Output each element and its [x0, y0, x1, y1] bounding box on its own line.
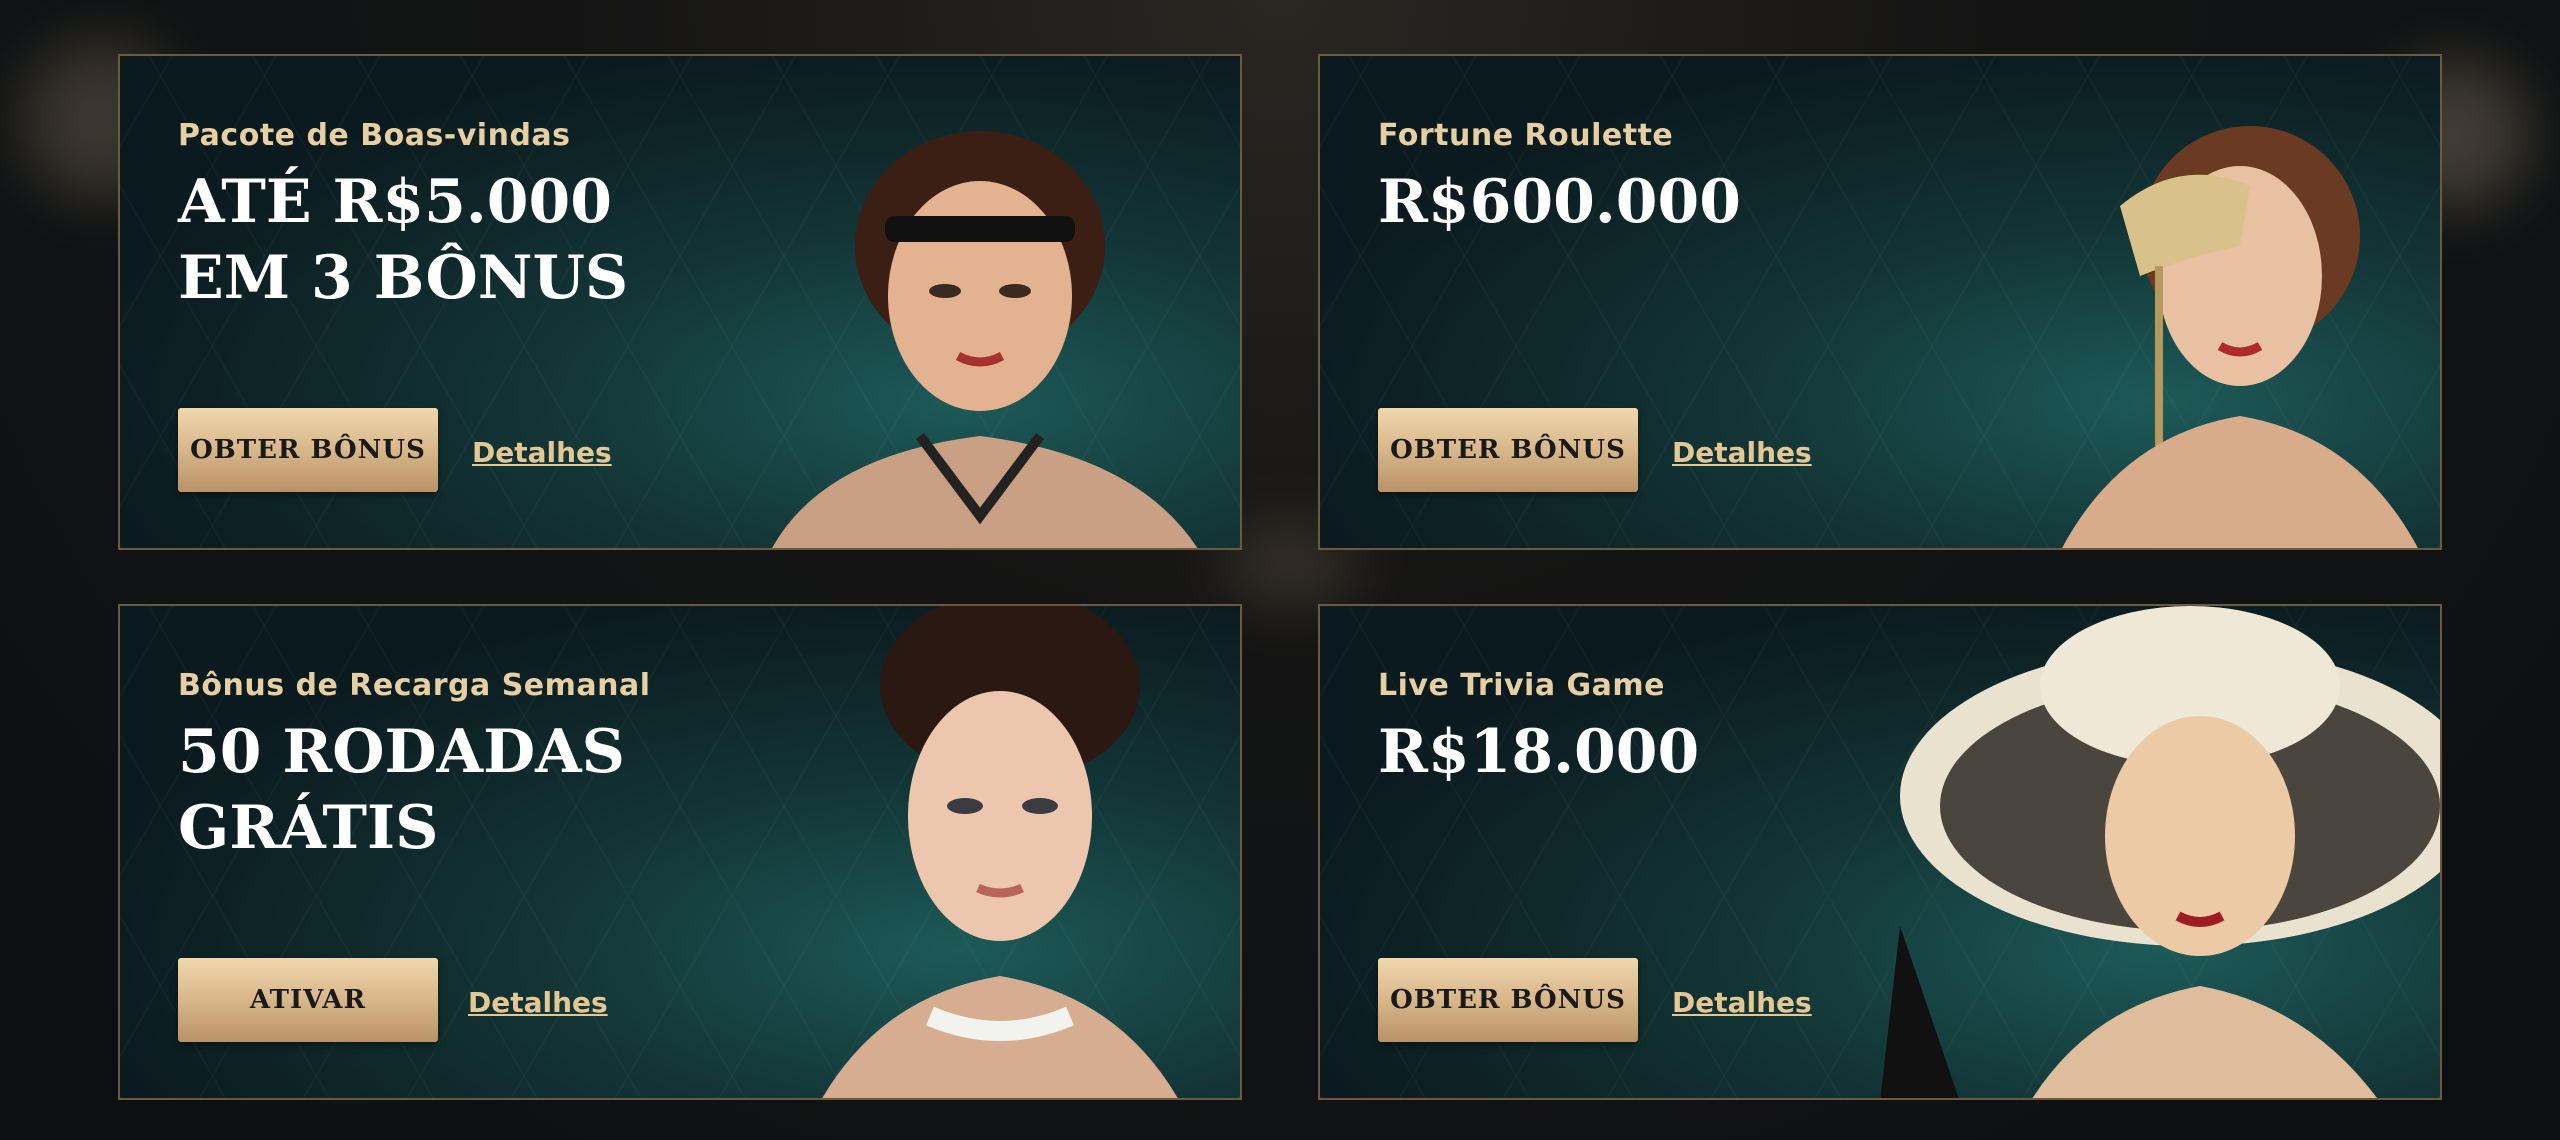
details-link[interactable]: Detalhes — [1672, 986, 1812, 1019]
promo-card-fortune-roulette: Fortune Roulette R$600.000 OBTER BÔNUS D… — [1318, 54, 2442, 550]
get-bonus-button[interactable]: OBTER BÔNUS — [178, 408, 438, 492]
headline-line-2: GRÁTIS — [178, 793, 439, 863]
masked-woman-portrait — [1920, 96, 2440, 548]
get-bonus-button[interactable]: OBTER BÔNUS — [1378, 958, 1638, 1042]
promo-card-weekly-reload: Bônus de Recarga Semanal 50 RODADAS GRÁT… — [118, 604, 1242, 1100]
card-subtitle: Bônus de Recarga Semanal — [178, 668, 651, 703]
get-bonus-button[interactable]: OBTER BÔNUS — [1378, 408, 1638, 492]
card-headline: R$600.000 — [1378, 164, 1998, 240]
activate-button[interactable]: ATIVAR — [178, 958, 438, 1042]
card-subtitle: Live Trivia Game — [1378, 668, 1665, 703]
pearl-necklace-woman-portrait — [760, 606, 1240, 1098]
headline-line-1: R$18.000 — [1378, 717, 1700, 787]
headline-line-1: ATÉ R$5.000 — [178, 167, 613, 237]
card-subtitle: Pacote de Boas-vindas — [178, 118, 571, 153]
card-headline: ATÉ R$5.000 EM 3 BÔNUS — [178, 164, 798, 316]
wide-hat-woman-portrait — [1840, 606, 2440, 1098]
headline-line-1: R$600.000 — [1378, 167, 1741, 237]
details-link[interactable]: Detalhes — [468, 986, 608, 1019]
headline-line-1: 50 RODADAS — [178, 717, 626, 787]
promo-card-welcome-package: Pacote de Boas-vindas ATÉ R$5.000 EM 3 B… — [118, 54, 1242, 550]
card-headline: R$18.000 — [1378, 714, 1998, 790]
headline-line-2: EM 3 BÔNUS — [178, 243, 629, 313]
card-subtitle: Fortune Roulette — [1378, 118, 1674, 153]
details-link[interactable]: Detalhes — [1672, 436, 1812, 469]
promo-card-live-trivia: Live Trivia Game R$18.000 OBTER BÔNUS De… — [1318, 604, 2442, 1100]
card-headline: 50 RODADAS GRÁTIS — [178, 714, 798, 866]
details-link[interactable]: Detalhes — [472, 436, 612, 469]
